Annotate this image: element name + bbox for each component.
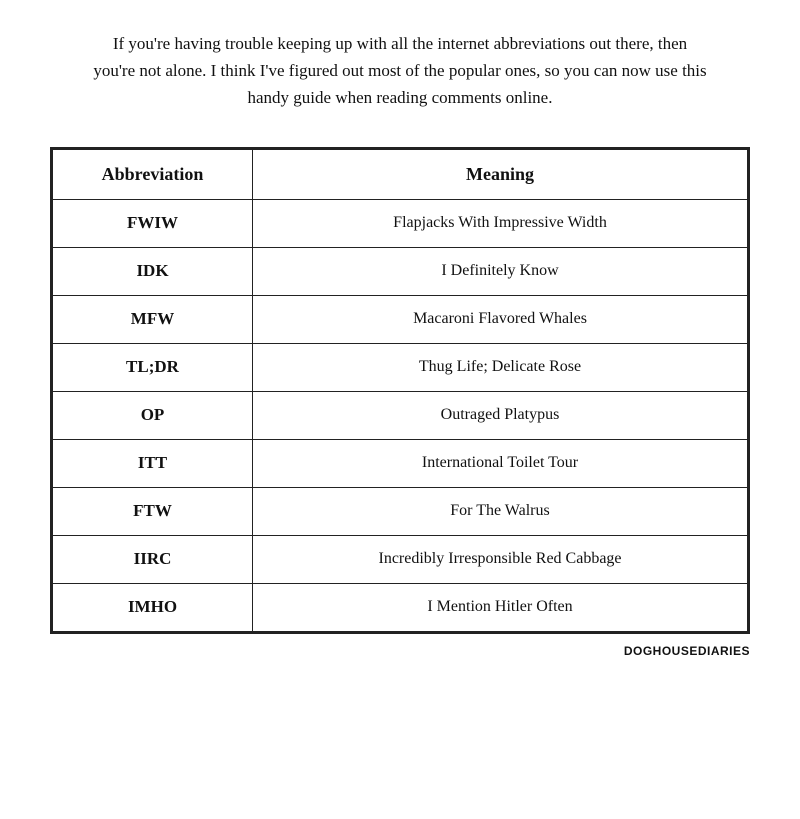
table-cell-meaning: I Mention Hitler Often — [253, 583, 748, 631]
table-row: OPOutraged Platypus — [53, 391, 748, 439]
table-cell-meaning: International Toilet Tour — [253, 439, 748, 487]
table-row: IDKI Definitely Know — [53, 247, 748, 295]
table-row: FWIWFlapjacks With Impressive Width — [53, 199, 748, 247]
table-cell-meaning: For The Walrus — [253, 487, 748, 535]
table-row: MFWMacaroni Flavored Whales — [53, 295, 748, 343]
abbreviations-table-container: Abbreviation Meaning FWIWFlapjacks With … — [50, 147, 750, 634]
table-row: FTWFor The Walrus — [53, 487, 748, 535]
table-cell-meaning: Flapjacks With Impressive Width — [253, 199, 748, 247]
table-cell-abbr: OP — [53, 391, 253, 439]
table-cell-abbr: FWIW — [53, 199, 253, 247]
table-cell-abbr: IMHO — [53, 583, 253, 631]
table-cell-meaning: Macaroni Flavored Whales — [253, 295, 748, 343]
table-row: ITTInternational Toilet Tour — [53, 439, 748, 487]
col-header-meaning: Meaning — [253, 149, 748, 199]
table-row: TL;DRThug Life; Delicate Rose — [53, 343, 748, 391]
table-cell-abbr: FTW — [53, 487, 253, 535]
table-row: IIRCIncredibly Irresponsible Red Cabbage — [53, 535, 748, 583]
table-row: IMHOI Mention Hitler Often — [53, 583, 748, 631]
table-cell-abbr: IIRC — [53, 535, 253, 583]
table-cell-abbr: IDK — [53, 247, 253, 295]
abbreviations-table: Abbreviation Meaning FWIWFlapjacks With … — [52, 149, 748, 632]
table-header-row: Abbreviation Meaning — [53, 149, 748, 199]
table-cell-meaning: Thug Life; Delicate Rose — [253, 343, 748, 391]
table-cell-abbr: MFW — [53, 295, 253, 343]
watermark: DOGHOUSEDIARIES — [624, 644, 750, 658]
intro-paragraph: If you're having trouble keeping up with… — [90, 30, 710, 112]
table-cell-meaning: Outraged Platypus — [253, 391, 748, 439]
table-cell-abbr: ITT — [53, 439, 253, 487]
col-header-abbreviation: Abbreviation — [53, 149, 253, 199]
table-cell-meaning: Incredibly Irresponsible Red Cabbage — [253, 535, 748, 583]
table-cell-abbr: TL;DR — [53, 343, 253, 391]
table-cell-meaning: I Definitely Know — [253, 247, 748, 295]
